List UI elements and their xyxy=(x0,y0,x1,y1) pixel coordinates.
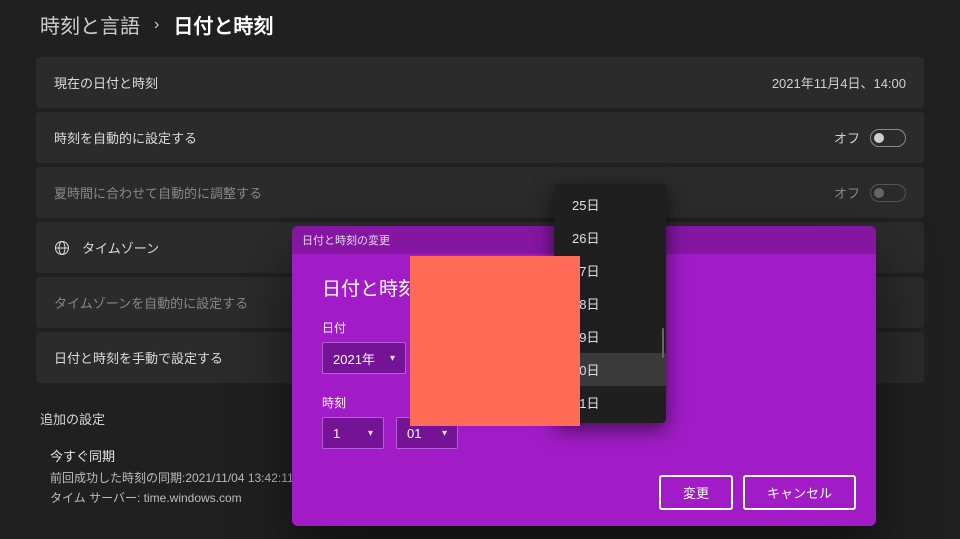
row-label: 日付と時刻を手動で設定する xyxy=(54,348,223,367)
year-select-value: 2021年 xyxy=(333,349,375,368)
row-label: タイムゾーン xyxy=(82,238,159,257)
chevron-down-icon: ▾ xyxy=(442,428,447,439)
globe-icon xyxy=(54,240,70,256)
annotation-arrow xyxy=(410,256,580,426)
minute-select-value: 01 xyxy=(407,426,421,441)
toggle-switch[interactable] xyxy=(870,129,906,147)
day-option[interactable]: 26日 xyxy=(554,221,666,254)
year-select[interactable]: 2021年 ▾ xyxy=(322,342,406,374)
hour-select-value: 1 xyxy=(333,426,340,441)
breadcrumb-parent[interactable]: 時刻と言語 xyxy=(40,10,140,39)
row-label: タイムゾーンを自動的に設定する xyxy=(54,293,248,312)
day-option[interactable]: 25日 xyxy=(554,188,666,221)
row-label: 時刻を自動的に設定する xyxy=(54,128,197,147)
breadcrumb-current: 日付と時刻 xyxy=(173,10,273,39)
row-auto-dst: 夏時間に合わせて自動的に調整する オフ xyxy=(36,167,924,218)
scrollbar-thumb[interactable] xyxy=(662,328,664,358)
chevron-down-icon: ▾ xyxy=(368,428,373,439)
row-current-datetime: 現在の日付と時刻 2021年11月4日、14:00 xyxy=(36,57,924,108)
row-label: 現在の日付と時刻 xyxy=(54,73,158,92)
chevron-down-icon: ▾ xyxy=(390,353,395,364)
hour-select[interactable]: 1 ▾ xyxy=(322,417,384,449)
change-button[interactable]: 変更 xyxy=(659,475,733,510)
toggle-state-label: オフ xyxy=(834,183,860,202)
current-datetime-value: 2021年11月4日、14:00 xyxy=(772,73,906,92)
chevron-right-icon: › xyxy=(154,16,159,34)
toggle-switch xyxy=(870,184,906,202)
cancel-button[interactable]: キャンセル xyxy=(743,475,856,510)
row-label: 夏時間に合わせて自動的に調整する xyxy=(54,183,262,202)
breadcrumb: 時刻と言語 › 日付と時刻 xyxy=(0,0,960,57)
row-auto-time[interactable]: 時刻を自動的に設定する オフ xyxy=(36,112,924,163)
toggle-state-label: オフ xyxy=(834,128,860,147)
